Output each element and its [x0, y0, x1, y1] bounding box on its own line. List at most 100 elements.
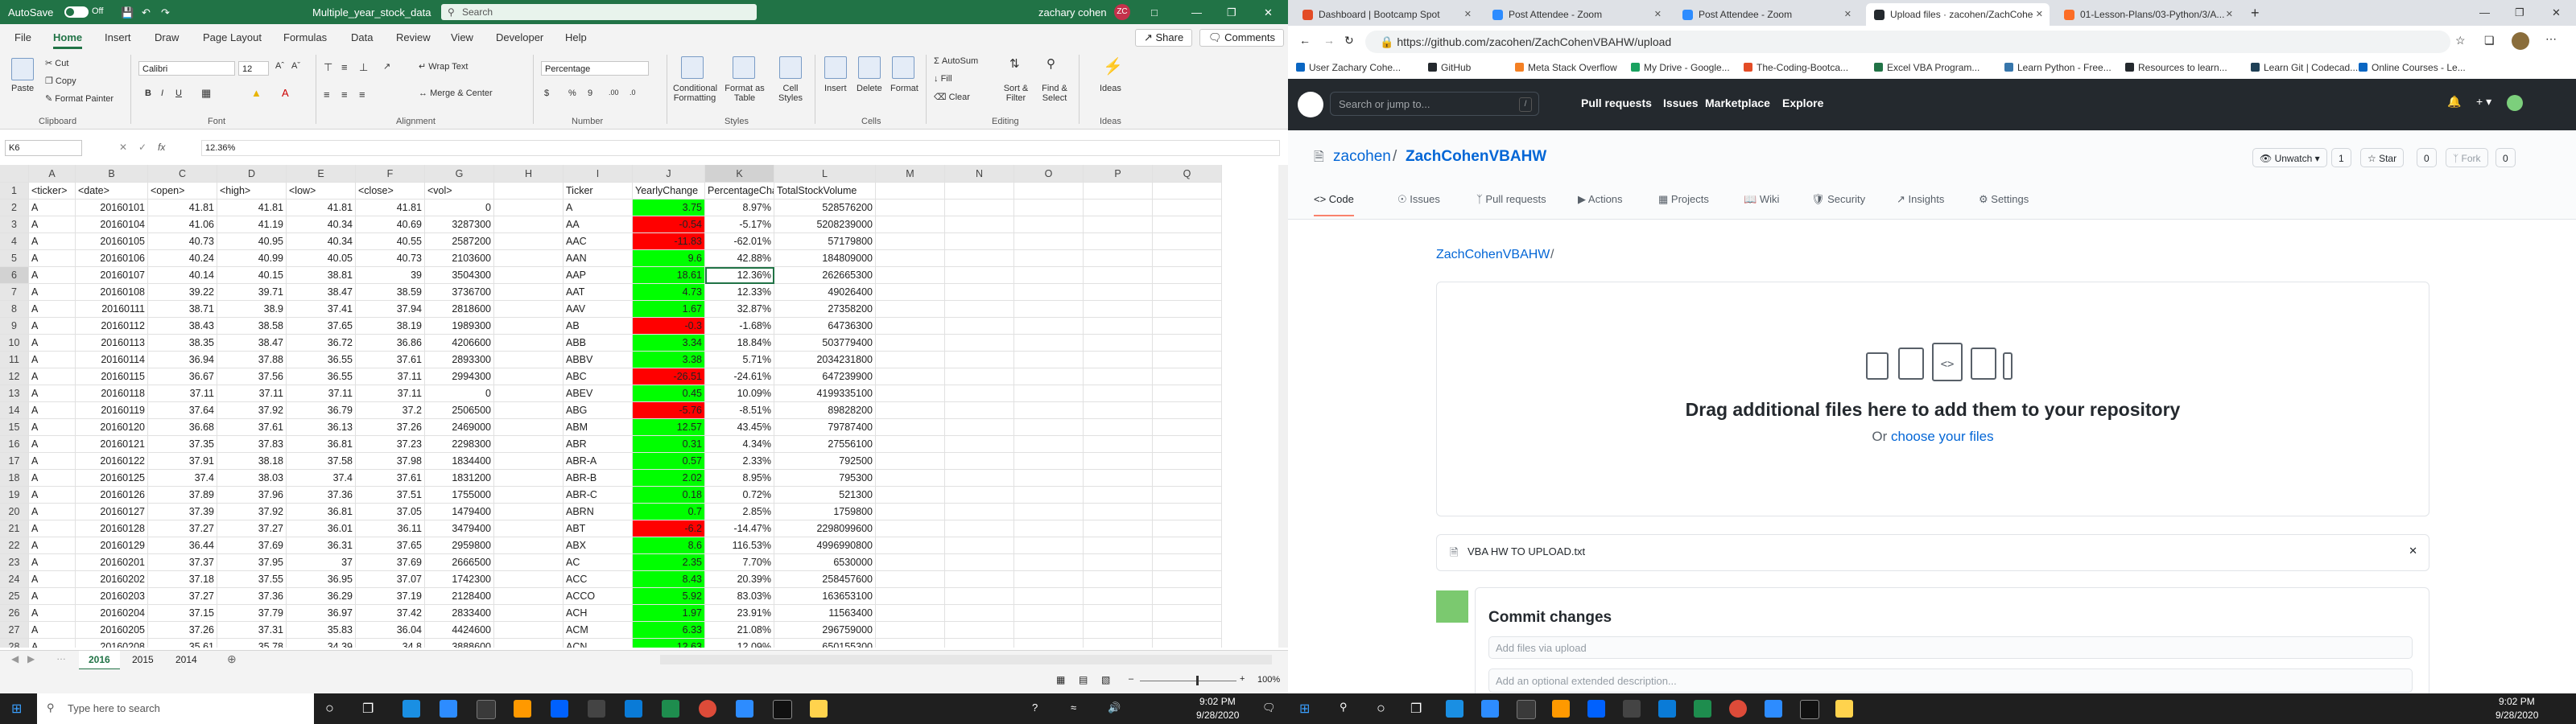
cell[interactable]: 37.41 — [287, 301, 356, 318]
cell[interactable] — [876, 385, 945, 402]
cell[interactable] — [876, 301, 945, 318]
format-cells-button[interactable]: Format — [890, 84, 919, 93]
cell[interactable]: 37.26 — [356, 419, 425, 436]
cell[interactable]: <close> — [356, 183, 425, 200]
cell[interactable] — [1014, 250, 1084, 267]
row-header[interactable]: 11 — [0, 352, 29, 368]
cell[interactable] — [945, 470, 1014, 487]
cell[interactable]: ABEV — [564, 385, 633, 402]
cmd-icon[interactable] — [773, 700, 792, 719]
column-header[interactable]: H — [494, 165, 564, 183]
page-break-view-icon[interactable]: ▧ — [1101, 674, 1110, 685]
cell[interactable] — [494, 301, 564, 318]
cell[interactable]: 37.64 — [148, 402, 217, 419]
cell[interactable] — [1014, 216, 1084, 233]
zoom-in-icon[interactable]: + — [1240, 674, 1245, 684]
insert-function-icon[interactable]: fx — [158, 142, 165, 153]
cell[interactable] — [1153, 504, 1222, 520]
cell[interactable]: 41.81 — [148, 200, 217, 216]
cell[interactable]: 36.81 — [287, 436, 356, 453]
tab-help[interactable]: Help — [565, 31, 587, 43]
row-header[interactable]: 5 — [0, 250, 29, 267]
align-right-icon[interactable]: ≡ — [359, 88, 365, 101]
cell[interactable] — [945, 487, 1014, 504]
cell[interactable] — [1153, 419, 1222, 436]
bookmark-item[interactable]: User Zachary Cohe... — [1296, 62, 1401, 73]
cell[interactable]: 8.97% — [705, 200, 774, 216]
windows-start-icon[interactable]: ⊞ — [11, 701, 22, 717]
cell[interactable]: 20160111 — [76, 301, 148, 318]
align-top-icon[interactable]: ⊤ — [324, 61, 332, 74]
cell[interactable] — [876, 216, 945, 233]
cell[interactable]: 37.4 — [148, 470, 217, 487]
cell[interactable] — [1153, 385, 1222, 402]
cell[interactable]: 79787400 — [774, 419, 876, 436]
normal-view-icon[interactable]: ▦ — [1056, 674, 1065, 685]
column-header[interactable]: E — [287, 165, 356, 183]
cell[interactable] — [494, 470, 564, 487]
cell[interactable] — [876, 571, 945, 588]
row-header[interactable]: 21 — [0, 520, 29, 537]
volume-icon[interactable]: 🔊 — [1108, 701, 1121, 714]
cell[interactable]: 3736700 — [425, 284, 494, 301]
number-format-select[interactable]: Percentage — [541, 61, 649, 76]
bold-icon[interactable]: B — [145, 88, 151, 98]
horizontal-scrollbar[interactable] — [660, 655, 1272, 664]
cell[interactable] — [1153, 554, 1222, 571]
cell[interactable]: 36.31 — [287, 537, 356, 554]
cell[interactable]: 40.73 — [356, 250, 425, 267]
cell[interactable]: 36.04 — [356, 622, 425, 639]
cell[interactable]: 20160113 — [76, 335, 148, 352]
cell[interactable] — [876, 267, 945, 284]
cell[interactable]: 41.81 — [287, 200, 356, 216]
cell[interactable] — [1014, 436, 1084, 453]
cell[interactable]: 37.42 — [356, 605, 425, 622]
cell[interactable] — [1153, 267, 1222, 284]
cell[interactable]: 184809000 — [774, 250, 876, 267]
cell[interactable]: 296759000 — [774, 622, 876, 639]
minimize-icon[interactable]: — — [1191, 6, 1202, 19]
cell[interactable] — [494, 183, 564, 200]
cell[interactable] — [945, 183, 1014, 200]
cell[interactable] — [494, 605, 564, 622]
cell[interactable]: -5.17% — [705, 216, 774, 233]
tab-close-icon[interactable]: ✕ — [1464, 3, 1472, 26]
cell[interactable] — [494, 436, 564, 453]
cell[interactable]: <high> — [217, 183, 287, 200]
cell[interactable]: 39 — [356, 267, 425, 284]
cell[interactable]: 2469000 — [425, 419, 494, 436]
name-box[interactable]: K6 — [5, 140, 82, 156]
cell[interactable]: 0 — [425, 200, 494, 216]
cell[interactable]: 2833400 — [425, 605, 494, 622]
decrease-decimal-icon[interactable]: .0 — [630, 88, 636, 97]
row-header[interactable]: 13 — [0, 385, 29, 402]
cell[interactable]: 1742300 — [425, 571, 494, 588]
row-header[interactable]: 20 — [0, 504, 29, 520]
cell[interactable]: A — [29, 216, 76, 233]
cell[interactable]: 20160105 — [76, 233, 148, 250]
cell[interactable]: A — [29, 487, 76, 504]
cell[interactable] — [1014, 470, 1084, 487]
cell[interactable] — [494, 453, 564, 470]
browser-tab[interactable]: Post Attendee - Zoom ✕ — [1674, 3, 1858, 26]
star-button[interactable]: ☆ Star — [2360, 148, 2405, 167]
percent-icon[interactable]: % — [568, 88, 576, 98]
cell[interactable]: 2587200 — [425, 233, 494, 250]
cell[interactable] — [1014, 301, 1084, 318]
add-sheet-icon[interactable]: ⊕ — [227, 652, 237, 666]
excel-taskbar-icon[interactable] — [1694, 700, 1711, 718]
terminal-icon[interactable] — [1623, 700, 1641, 718]
cell[interactable] — [1153, 352, 1222, 368]
row-header[interactable]: 19 — [0, 487, 29, 504]
reload-icon[interactable]: ↻ — [1344, 34, 1354, 47]
cell[interactable]: 792500 — [774, 453, 876, 470]
cell[interactable]: 38.9 — [217, 301, 287, 318]
cortana-icon[interactable]: ○ — [325, 700, 334, 717]
ribbon-display-icon[interactable]: □ — [1151, 6, 1158, 19]
bookmark-item[interactable]: Excel VBA Program... — [1874, 62, 1979, 73]
cell[interactable]: 37.27 — [148, 520, 217, 537]
cell[interactable]: 20160104 — [76, 216, 148, 233]
taskbar-date-left[interactable]: 9/28/2020 — [1196, 710, 1239, 721]
cell[interactable]: YearlyChange — [633, 183, 705, 200]
cell[interactable]: 27556100 — [774, 436, 876, 453]
